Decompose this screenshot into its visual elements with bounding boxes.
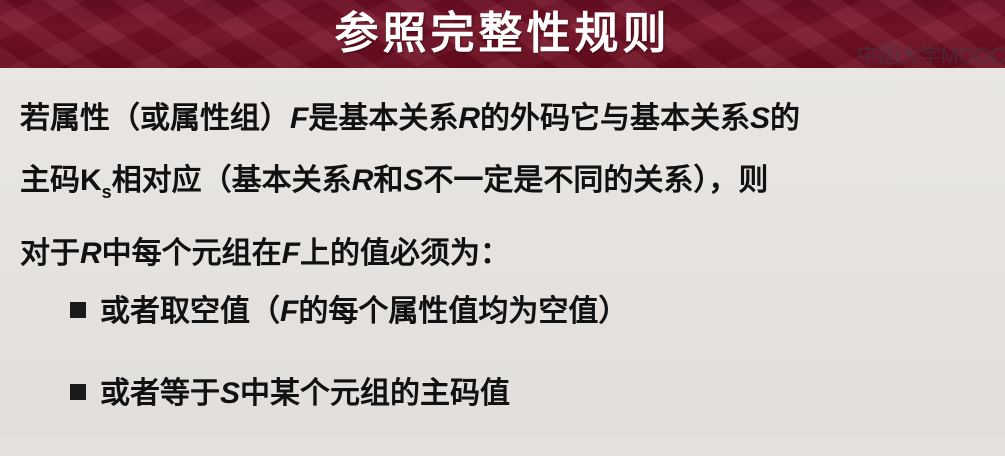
variable-symbol: R — [80, 237, 102, 270]
text-run: 的每个属性值均为空值） — [298, 294, 629, 329]
text-run: 主码 — [20, 163, 80, 198]
text-run: 若属性（或属性组） — [20, 101, 290, 136]
key-symbol: K — [80, 164, 102, 197]
slide-title: 参照完整性规则 — [334, 8, 671, 59]
text-run: 的 — [770, 101, 801, 136]
text-run: 或者取空值（ — [100, 294, 280, 329]
bullet-list: 或者取空值（F的每个属性值均为空值） 或者等于S中某个元组的主码值 — [70, 292, 628, 456]
variable-symbol: S — [403, 164, 424, 197]
subscript-text: s — [101, 182, 112, 202]
mooc-watermark: 中国大学MOOC — [856, 43, 1005, 68]
variable-symbol: R — [351, 164, 374, 197]
bullet-text: 或者取空值（F的每个属性值均为空值） — [100, 294, 628, 329]
text-run: 相对应（基本关系 — [111, 163, 352, 198]
rule-definition-paragraph: 若属性（或属性组）F是基本关系R的外码它与基本关系S的 主码Ks相对应（基本关系… — [20, 88, 980, 285]
bullet-square-icon — [70, 302, 86, 318]
text-run: 是基本关系 — [308, 101, 459, 136]
text-run: 不一定是不同的关系），则 — [423, 163, 769, 198]
bullet-item-primary-key: 或者等于S中某个元组的主码值 — [70, 374, 628, 414]
title-banner: 参照完整性规则 中国大学MOOC — [0, 0, 1005, 68]
paragraph-line-3: 对于R中每个元组在F上的值必须为： — [20, 223, 980, 285]
variable-symbol: F — [280, 295, 299, 328]
variable-symbol: F — [281, 237, 300, 270]
paragraph-line-2: 主码Ks相对应（基本关系R和S不一定是不同的关系），则 — [20, 150, 980, 223]
text-run: 中每个元组在 — [101, 236, 282, 271]
text-run: 上的值必须为： — [300, 236, 510, 271]
variable-symbol: S — [220, 377, 241, 410]
bullet-square-icon — [70, 384, 86, 400]
variable-symbol: F — [290, 102, 309, 135]
bullet-item-null: 或者取空值（F的每个属性值均为空值） — [70, 292, 628, 332]
text-run: 对于 — [20, 236, 80, 271]
bullet-text: 或者等于S中某个元组的主码值 — [100, 376, 510, 411]
paragraph-line-1: 若属性（或属性组）F是基本关系R的外码它与基本关系S的 — [20, 88, 980, 150]
text-run: 中某个元组的主码值 — [240, 376, 511, 411]
variable-symbol: S — [750, 102, 771, 135]
text-run: 和 — [373, 163, 404, 198]
text-run: 或者等于 — [100, 376, 220, 411]
variable-symbol: R — [458, 102, 480, 135]
text-run: 的外码它与基本关系 — [480, 101, 750, 136]
